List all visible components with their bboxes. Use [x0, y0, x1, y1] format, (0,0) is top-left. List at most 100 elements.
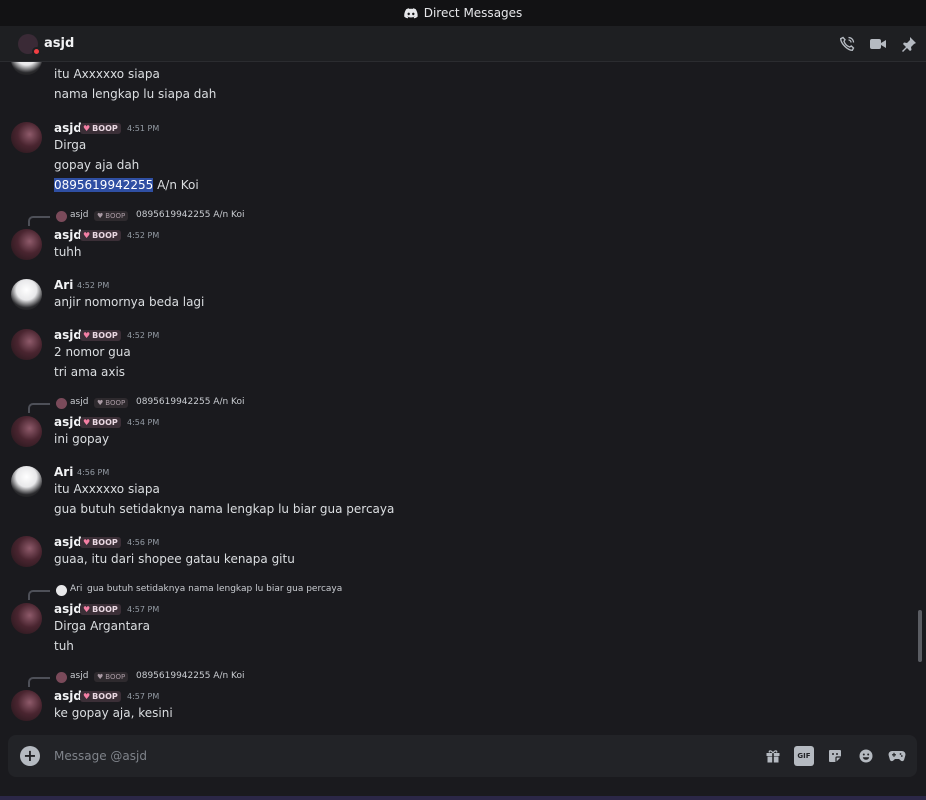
avatar: [56, 211, 67, 222]
dm-header: asjd: [0, 26, 926, 62]
bottom-edge: [0, 796, 926, 800]
username[interactable]: asjd: [54, 602, 82, 616]
heart-icon: ♥: [83, 231, 91, 240]
clan-badge[interactable]: ♥ BOOP: [80, 604, 121, 615]
avatar[interactable]: [11, 536, 42, 567]
heart-icon: ♥: [97, 212, 104, 220]
message-text: itu Axxxxxo siapa: [54, 482, 160, 496]
message-text: ini gopay: [54, 432, 110, 446]
timestamp: 4:52 PM: [77, 281, 110, 290]
clan-badge: ♥ BOOP: [94, 211, 129, 221]
clan-badge[interactable]: ♥ BOOP: [80, 417, 121, 428]
username[interactable]: asjd: [54, 535, 82, 549]
heart-icon: ♥: [83, 124, 91, 133]
reply-username: asjd: [70, 397, 89, 407]
avatar[interactable]: [18, 33, 41, 56]
badge-label: BOOP: [92, 538, 118, 547]
reply-text: 0895619942255 A/n Koi: [136, 671, 245, 681]
message-text: Dirga: [54, 138, 87, 152]
badge-label: BOOP: [105, 399, 126, 407]
avatar[interactable]: [11, 279, 42, 310]
avatar[interactable]: [11, 466, 42, 497]
heart-icon: ♥: [83, 331, 91, 340]
window-title: Direct Messages: [423, 6, 523, 20]
clan-badge[interactable]: ♥ BOOP: [80, 691, 121, 702]
timestamp: 4:54 PM: [127, 418, 160, 427]
clan-badge: ♥ BOOP: [94, 398, 129, 408]
composer-tools: GIF: [763, 746, 907, 766]
message-text-rest: A/n Koi: [153, 178, 199, 192]
video-call-icon[interactable]: [868, 34, 887, 53]
selected-text[interactable]: 0895619942255: [54, 178, 154, 192]
message-text: nama lengkap lu siapa dah: [54, 87, 217, 101]
avatar: [56, 585, 67, 596]
message-text: tuhh: [54, 245, 82, 259]
scrollbar-thumb[interactable]: [918, 610, 922, 662]
reply-spine: [28, 677, 50, 687]
timestamp: 4:52 PM: [127, 331, 160, 340]
timestamp: 4:57 PM: [127, 692, 160, 701]
pin-icon[interactable]: [899, 34, 918, 53]
avatar[interactable]: [11, 329, 42, 360]
message-text: 2 nomor gua: [54, 345, 131, 359]
badge-label: BOOP: [105, 673, 126, 681]
timestamp: 4:57 PM: [127, 605, 160, 614]
username[interactable]: Ari: [54, 465, 73, 479]
message-composer: + GIF: [8, 735, 917, 777]
username[interactable]: asjd: [54, 328, 82, 342]
reply-username: Ari: [70, 584, 83, 594]
heart-icon: ♥: [83, 418, 91, 427]
heart-icon: ♥: [83, 538, 91, 547]
timestamp: 4:51 PM: [127, 124, 160, 133]
avatar[interactable]: [11, 62, 42, 75]
reply-spine: [28, 403, 50, 413]
clan-badge[interactable]: ♥ BOOP: [80, 123, 121, 134]
avatar[interactable]: [11, 690, 42, 721]
emoji-icon[interactable]: [856, 746, 876, 766]
avatar[interactable]: [11, 603, 42, 634]
badge-label: BOOP: [92, 124, 118, 133]
message-text: 0895619942255 A/n Koi: [54, 178, 199, 192]
badge-label: BOOP: [92, 231, 118, 240]
reply-spine: [28, 216, 50, 226]
reply-username: asjd: [70, 671, 89, 681]
avatar[interactable]: [11, 229, 42, 260]
message-input[interactable]: [54, 743, 704, 769]
discord-icon: [403, 7, 418, 18]
reply-text: 0895619942255 A/n Koi: [136, 397, 245, 407]
avatar[interactable]: [11, 416, 42, 447]
badge-label: BOOP: [92, 331, 118, 340]
avatar[interactable]: [11, 122, 42, 153]
message-text: gopay aja dah: [54, 158, 140, 172]
username[interactable]: asjd: [54, 228, 82, 242]
activities-icon[interactable]: [887, 746, 907, 766]
clan-badge: ♥ BOOP: [94, 672, 129, 682]
phone-call-icon[interactable]: [837, 34, 856, 53]
username[interactable]: asjd: [54, 121, 82, 135]
heart-icon: ♥: [97, 399, 104, 407]
sticker-icon[interactable]: [825, 746, 845, 766]
message-text: tuh: [54, 639, 74, 653]
clan-badge[interactable]: ♥ BOOP: [80, 537, 121, 548]
dm-recipient-name[interactable]: asjd: [44, 36, 74, 51]
clan-badge[interactable]: ♥ BOOP: [80, 230, 121, 241]
clan-badge[interactable]: ♥ BOOP: [80, 330, 121, 341]
message-text: ke gopay aja, kesini: [54, 706, 173, 720]
badge-label: BOOP: [92, 692, 118, 701]
message-text: itu Axxxxxo siapa: [54, 67, 160, 81]
gift-icon[interactable]: [763, 746, 783, 766]
gif-icon[interactable]: GIF: [794, 746, 814, 766]
timestamp: 4:56 PM: [127, 538, 160, 547]
username[interactable]: Ari: [54, 278, 73, 292]
heart-icon: ♥: [97, 673, 104, 681]
avatar: [56, 398, 67, 409]
message-text: Dirga Argantara: [54, 619, 150, 633]
message-text: anjir nomornya beda lagi: [54, 295, 205, 309]
heart-icon: ♥: [83, 605, 91, 614]
timestamp: 4:52 PM: [127, 231, 160, 240]
username[interactable]: asjd: [54, 415, 82, 429]
heart-icon: ♥: [83, 692, 91, 701]
add-attachment-icon[interactable]: +: [20, 746, 40, 766]
message-list[interactable]: itu Axxxxxo siapa nama lengkap lu siapa …: [0, 62, 914, 732]
username[interactable]: asjd: [54, 689, 82, 703]
